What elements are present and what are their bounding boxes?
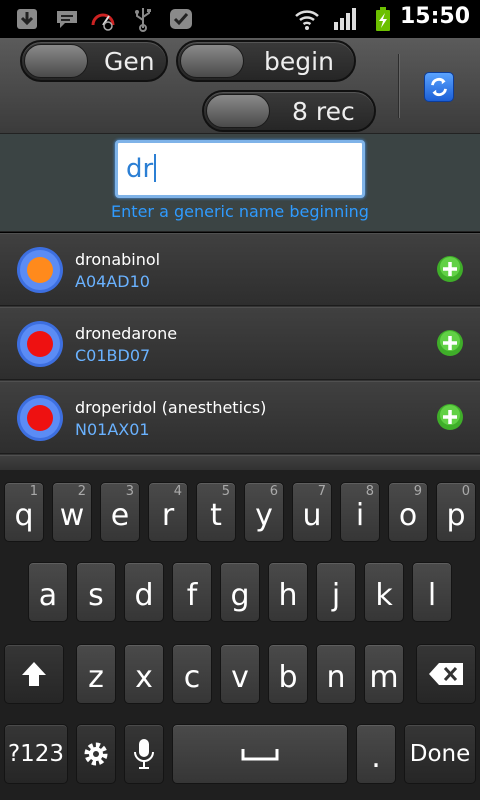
key-s[interactable]: s (76, 562, 116, 622)
microphone-icon (134, 739, 154, 769)
refresh-icon[interactable] (424, 72, 454, 102)
key-q[interactable]: 1q (4, 482, 44, 542)
done-key[interactable]: Done (404, 724, 476, 784)
battery-charging-icon (376, 7, 390, 31)
count-toggle[interactable]: 8 rec (202, 90, 376, 132)
list-item[interactable]: dronabinol A04AD10 (0, 233, 480, 306)
key-m[interactable]: m (364, 644, 404, 704)
type-toggle[interactable]: Gen (20, 40, 168, 82)
atc-code: A04AD10 (75, 272, 150, 291)
key-j[interactable]: j (316, 562, 356, 622)
symbols-key[interactable]: ?123 (4, 724, 68, 784)
speedometer-icon (91, 13, 115, 31)
soft-keyboard: 1q 2w 3e 4r 5t 6y 7u 8i 9o 0p a s d f g … (0, 470, 480, 800)
key-p[interactable]: 0p (436, 482, 476, 542)
match-toggle[interactable]: begin (176, 40, 356, 82)
status-dot-icon (17, 247, 63, 293)
atc-code: C01BD07 (75, 346, 151, 365)
download-icon (17, 9, 37, 29)
key-t[interactable]: 5t (196, 482, 236, 542)
toggle-knob (180, 44, 244, 78)
atc-code: N01AX01 (75, 420, 150, 439)
key-f[interactable]: f (172, 562, 212, 622)
add-icon[interactable] (436, 403, 464, 431)
list-item[interactable]: droperidol (anesthetics) N01AX01 (0, 381, 480, 454)
search-area: dr Enter a generic name beginning (0, 134, 480, 232)
clock: 15:50 (399, 4, 470, 29)
toggle-knob (206, 94, 270, 128)
count-toggle-label: 8 rec (292, 97, 355, 126)
status-dot-icon (17, 321, 63, 367)
key-c[interactable]: c (172, 644, 212, 704)
toggle-knob (24, 44, 88, 78)
settings-key[interactable] (76, 724, 116, 784)
status-bar: 15:50 (0, 0, 480, 38)
space-icon (241, 749, 279, 761)
key-n[interactable]: n (316, 644, 356, 704)
shift-key[interactable] (4, 644, 64, 704)
backspace-key[interactable] (416, 644, 476, 704)
status-dot-icon (17, 395, 63, 441)
space-key[interactable] (172, 724, 348, 784)
key-a[interactable]: a (28, 562, 68, 622)
key-k[interactable]: k (364, 562, 404, 622)
wifi-icon (295, 10, 319, 30)
filter-panel: Gen begin 8 rec (0, 38, 480, 134)
key-period[interactable]: . (356, 724, 396, 784)
key-l[interactable]: l (412, 562, 452, 622)
key-d[interactable]: d (124, 562, 164, 622)
match-toggle-label: begin (264, 47, 334, 76)
check-icon (170, 9, 192, 29)
drug-name: droperidol (anesthetics) (75, 398, 267, 417)
list-item[interactable]: dronedarone C01BD07 (0, 307, 480, 380)
key-o[interactable]: 9o (388, 482, 428, 542)
key-r[interactable]: 4r (148, 482, 188, 542)
search-input[interactable]: dr (115, 140, 365, 198)
key-w[interactable]: 2w (52, 482, 92, 542)
search-hint: Enter a generic name beginning (111, 202, 369, 221)
key-i[interactable]: 8i (340, 482, 380, 542)
usb-icon (135, 8, 151, 32)
key-z[interactable]: z (76, 644, 116, 704)
drug-name: dronedarone (75, 324, 178, 343)
add-icon[interactable] (436, 255, 464, 283)
gear-icon (84, 742, 108, 766)
key-y[interactable]: 6y (244, 482, 284, 542)
key-h[interactable]: h (268, 562, 308, 622)
key-b[interactable]: b (268, 644, 308, 704)
key-v[interactable]: v (220, 644, 260, 704)
voice-key[interactable] (124, 724, 164, 784)
key-g[interactable]: g (220, 562, 260, 622)
key-e[interactable]: 3e (100, 482, 140, 542)
text-cursor (154, 154, 157, 182)
backspace-icon (429, 663, 463, 685)
divider (398, 54, 400, 118)
signal-icon (334, 8, 356, 30)
add-icon[interactable] (436, 329, 464, 357)
key-x[interactable]: x (124, 644, 164, 704)
shift-icon (22, 662, 46, 686)
drug-name: dronabinol (75, 250, 161, 269)
key-u[interactable]: 7u (292, 482, 332, 542)
type-toggle-label: Gen (104, 47, 155, 76)
results-list: dronabinol A04AD10 dronedarone C01BD07 d… (0, 233, 480, 475)
chat-icon (57, 11, 77, 28)
search-input-value: dr (126, 154, 154, 184)
